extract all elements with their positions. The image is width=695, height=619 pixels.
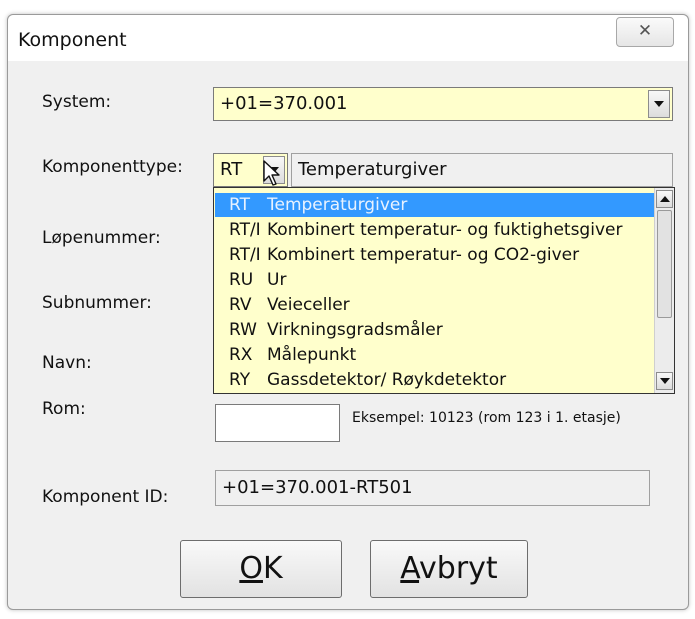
item-name: Målepunkt: [267, 345, 357, 365]
close-icon: ✕: [637, 21, 653, 41]
item-code: RY: [229, 370, 251, 390]
rom-hint: Eksempel: 10123 (rom 123 i 1. etasje): [352, 410, 621, 426]
item-code: RT: [229, 195, 250, 215]
ok-mnemonic: O: [239, 551, 263, 586]
komponent-id-field: +01=370.001-RT501: [215, 470, 650, 506]
ok-button[interactable]: OK: [180, 540, 342, 598]
dropdown-item[interactable]: RY Gassdetektor/ Røykdetektor: [215, 368, 655, 392]
item-name: Ur: [267, 270, 287, 290]
dropdown-item[interactable]: RX Målepunkt: [215, 343, 655, 367]
lopenummer-label: Løpenummer:: [42, 228, 161, 248]
item-code: RU: [229, 270, 254, 290]
item-code: RX: [229, 345, 253, 365]
mouse-pointer-icon: [263, 160, 280, 186]
system-label: System:: [42, 92, 112, 112]
system-value: +01=370.001: [220, 93, 348, 114]
rom-input[interactable]: [215, 404, 340, 442]
system-dropdown-button[interactable]: [648, 90, 670, 118]
dropdown-scrollbar[interactable]: [654, 188, 674, 393]
item-code: RT/I: [229, 220, 261, 240]
chevron-down-icon: [654, 101, 664, 107]
komponenttype-description: Temperaturgiver: [298, 159, 447, 180]
scroll-up-button[interactable]: [656, 190, 673, 208]
scrollbar-thumb[interactable]: [657, 210, 672, 318]
scroll-down-button[interactable]: [656, 372, 673, 390]
komponent-id-value: +01=370.001-RT501: [222, 477, 413, 498]
chevron-up-icon: [659, 196, 670, 202]
item-code: RW: [229, 320, 257, 340]
dropdown-item[interactable]: RT/I Kombinert temperatur- og CO2-giver: [215, 243, 655, 267]
dropdown-item[interactable]: RV Veieceller: [215, 293, 655, 317]
item-name: Virkningsgradsmåler: [267, 320, 443, 340]
subnummer-label: Subnummer:: [42, 293, 152, 313]
item-name: Kombinert temperatur- og CO2-giver: [267, 245, 580, 265]
rom-label: Rom:: [42, 399, 86, 419]
komponenttype-label: Komponenttype:: [42, 157, 183, 177]
navn-label: Navn:: [42, 353, 92, 373]
item-code: RT/I: [229, 245, 261, 265]
item-name: Gassdetektor/ Røykdetektor: [267, 370, 507, 390]
komponent-id-label: Komponent ID:: [42, 487, 169, 507]
item-code: RV: [229, 295, 252, 315]
title-bar: Komponent ✕: [8, 15, 688, 61]
dropdown-item[interactable]: RU Ur: [215, 268, 655, 292]
komponenttype-description-field: Temperaturgiver: [291, 153, 673, 187]
close-button[interactable]: ✕: [616, 17, 674, 47]
komponenttype-code: RT: [220, 159, 243, 180]
cancel-mnemonic: A: [400, 551, 420, 586]
chevron-down-icon: [659, 378, 670, 384]
dropdown-item[interactable]: RT/I Kombinert temperatur- og fuktighets…: [215, 218, 655, 242]
window-title: Komponent: [18, 29, 127, 51]
cancel-button[interactable]: Avbryt: [370, 540, 528, 598]
komponenttype-dropdown-list[interactable]: RT Temperaturgiver RT/I Kombinert temper…: [213, 187, 675, 394]
item-name: Veieceller: [267, 295, 350, 315]
system-combobox[interactable]: +01=370.001: [213, 87, 673, 121]
cancel-label-rest: vbryt: [419, 551, 498, 586]
item-name: Temperaturgiver: [267, 195, 408, 215]
dropdown-item[interactable]: RT Temperaturgiver: [215, 193, 655, 217]
ok-label-rest: K: [262, 551, 283, 586]
item-name: Kombinert temperatur- og fuktighetsgiver: [267, 220, 623, 240]
dropdown-item[interactable]: RW Virkningsgradsmåler: [215, 318, 655, 342]
